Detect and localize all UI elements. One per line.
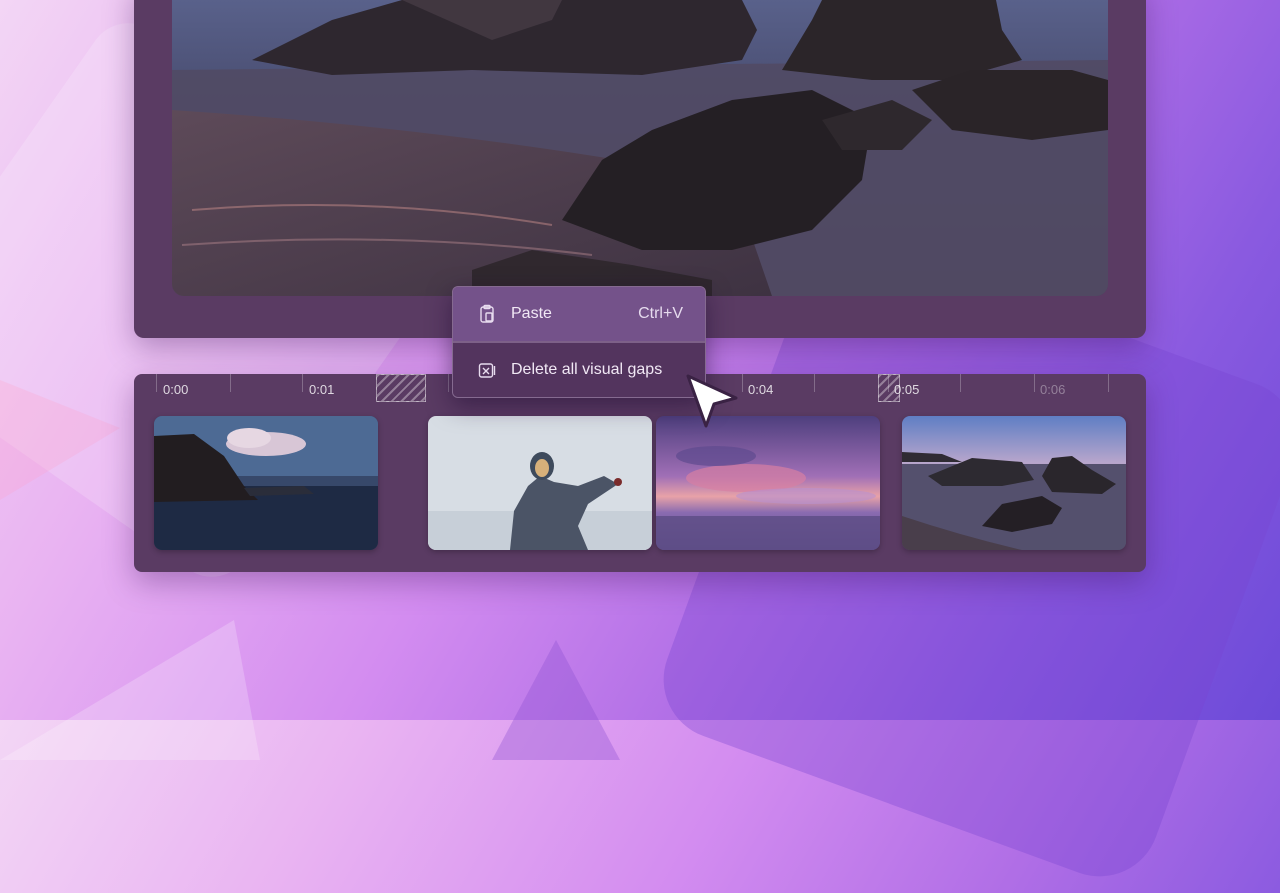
ruler-tick — [230, 374, 231, 392]
mouse-cursor-icon — [684, 372, 744, 432]
tick-label-0-04: 0:04 — [748, 382, 774, 397]
menu-item-shortcut: Ctrl+V — [638, 305, 683, 322]
menu-item-delete-all-visual-gaps[interactable]: Delete all visual gaps — [453, 343, 705, 397]
background-shape — [492, 640, 620, 760]
delete-gap-icon — [477, 360, 497, 380]
ruler-tick — [448, 374, 449, 392]
ruler-tick — [814, 374, 815, 392]
menu-item-label: Delete all visual gaps — [511, 361, 663, 378]
menu-item-paste[interactable]: Paste Ctrl+V — [453, 287, 705, 341]
person-in-poncho-thumbnail — [428, 416, 652, 550]
ruler-tick — [960, 374, 961, 392]
tick-label-0-00: 0:00 — [163, 382, 189, 397]
visual-gap-marker[interactable] — [878, 374, 900, 402]
ruler-tick — [302, 374, 303, 392]
ruler-tick — [156, 374, 157, 392]
background-shape — [0, 620, 260, 760]
rocky-beach-thumbnail — [902, 416, 1126, 550]
background-shape — [0, 380, 120, 500]
timeline-panel[interactable]: 0:00 0:01 0:04 0:05 0:06 — [134, 374, 1146, 572]
tick-label-0-06: 0:06 — [1040, 382, 1066, 397]
cliff-seascape-thumbnail — [154, 416, 378, 550]
tick-label-0-01: 0:01 — [309, 382, 335, 397]
ruler-tick — [1108, 374, 1109, 392]
purple-sunset-thumbnail — [656, 416, 880, 550]
clipboard-icon — [477, 304, 497, 324]
video-preview-image — [172, 0, 1108, 296]
timeline-clip[interactable] — [428, 416, 652, 550]
visual-gap-marker[interactable] — [376, 374, 426, 402]
ruler-tick — [1034, 374, 1035, 392]
timeline-clip[interactable] — [656, 416, 880, 550]
timeline-clip[interactable] — [902, 416, 1126, 550]
menu-item-label: Paste — [511, 305, 552, 322]
context-menu: Paste Ctrl+V Delete all visual gaps — [452, 286, 706, 398]
timeline-clip[interactable] — [154, 416, 378, 550]
